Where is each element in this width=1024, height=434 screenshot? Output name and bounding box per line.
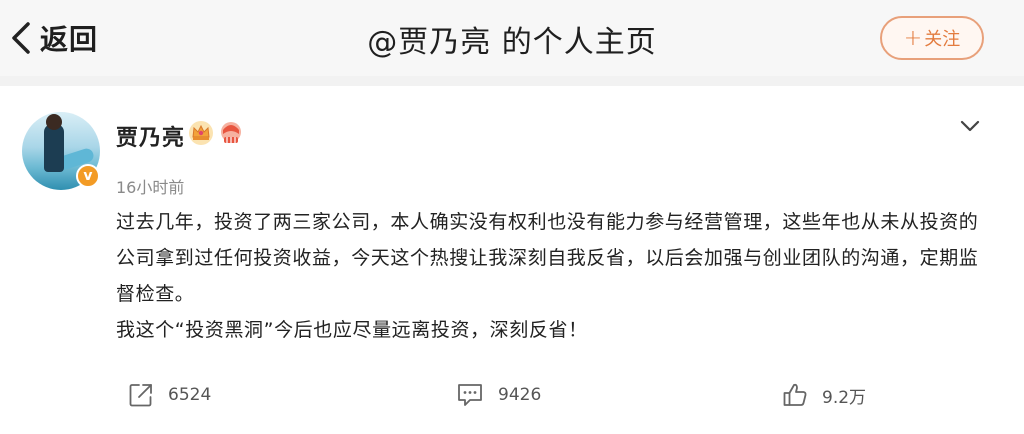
page-title: @贾乃亮 的个人主页 <box>367 25 657 60</box>
verified-badge-icon: v <box>76 164 100 188</box>
follow-button[interactable]: + 关注 <box>880 16 984 60</box>
like-button[interactable]: 9.2万 <box>782 382 866 408</box>
post-paragraph: 过去几年，投资了两三家公司，本人确实没有权利也没有能力参与经营管理，这些年也从未… <box>116 211 979 305</box>
like-icon <box>783 383 807 406</box>
share-count: 6524 <box>168 385 212 405</box>
comment-count: 9426 <box>498 385 542 405</box>
post-paragraph: 我这个“投资黑洞”今后也应尽量远离投资，深刻反省！ <box>116 319 588 341</box>
follow-label: 关注 <box>924 29 961 50</box>
post-body: 过去几年，投资了两三家公司，本人确实没有权利也没有能力参与经营管理，这些年也从未… <box>116 204 996 348</box>
lion-icon <box>221 122 241 143</box>
plus-icon: + <box>903 25 923 51</box>
top-navigation-bar: 返回 @贾乃亮 的个人主页 + 关注 <box>0 0 1024 76</box>
chevron-down-icon[interactable] <box>958 116 982 136</box>
comment-icon <box>458 384 482 406</box>
share-icon <box>129 384 152 407</box>
post-card: v 贾乃亮 16小时前 过去几年，投资了两三家公司，本人确实没有权利也没有能力参… <box>0 86 1024 434</box>
comment-button[interactable]: 9426 <box>456 382 541 408</box>
like-count: 9.2万 <box>822 387 867 408</box>
post-action-bar: 6524 9426 9.2万 <box>0 370 1024 420</box>
crown-icon <box>189 121 213 145</box>
post-username[interactable]: 贾乃亮 <box>116 120 185 152</box>
share-button[interactable]: 6524 <box>128 382 211 408</box>
avatar[interactable]: v <box>22 112 100 190</box>
post-timestamp: 16小时前 <box>116 178 185 197</box>
